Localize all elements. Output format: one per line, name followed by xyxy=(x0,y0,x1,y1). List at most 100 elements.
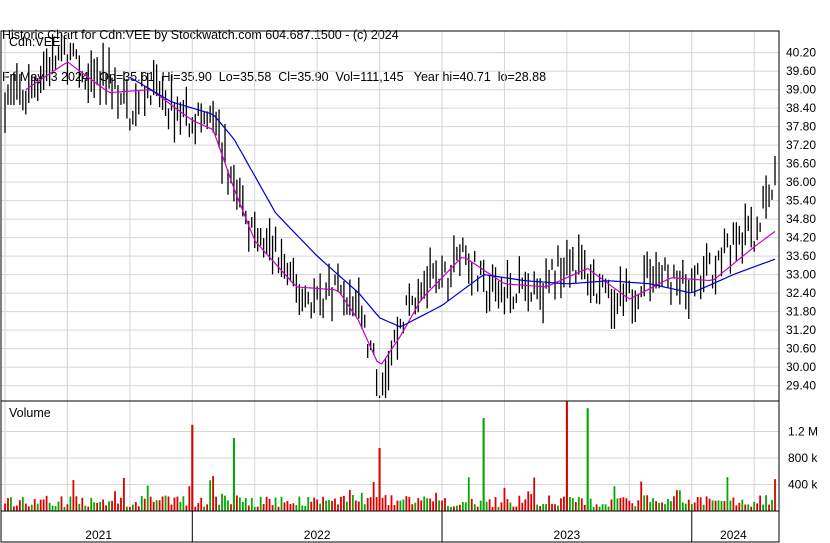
volume-bar xyxy=(408,496,411,511)
volume-bar xyxy=(464,502,467,511)
volume-bar xyxy=(366,497,369,511)
volume-bar xyxy=(675,490,678,511)
volume-bar xyxy=(476,506,479,511)
volume-bar xyxy=(661,502,663,511)
volume-bar xyxy=(161,496,164,511)
volume-bar xyxy=(652,498,655,511)
volume-bar xyxy=(542,504,545,511)
volume-bar xyxy=(313,497,316,511)
volume-bar xyxy=(655,501,657,511)
volume-bar xyxy=(681,502,684,511)
volume-bar xyxy=(571,498,574,511)
volume-bar xyxy=(21,497,24,511)
volume-bar xyxy=(417,498,420,511)
stock-chart: 40.20 39.60 39.00 38.40 37.80 37.20 36.60 36.00… xyxy=(0,30,818,543)
volume-bar xyxy=(351,495,354,511)
price-tick-label: 34.80 xyxy=(786,212,816,226)
volume-bar xyxy=(613,486,616,511)
volume-bar xyxy=(560,498,562,511)
volume-bar xyxy=(453,506,455,511)
price-tick-label: 33.00 xyxy=(786,268,816,282)
volume-bar xyxy=(506,499,509,511)
volume-bar xyxy=(301,505,304,511)
volume-bar xyxy=(509,502,512,511)
volume-bar xyxy=(78,503,81,511)
volume-bar xyxy=(72,480,75,511)
price-tick-label: 31.20 xyxy=(786,323,816,337)
price-tick-label: 30.60 xyxy=(786,342,816,356)
volume-bar xyxy=(39,499,42,511)
price-tick-label: 39.00 xyxy=(786,83,816,97)
volume-bar xyxy=(515,506,518,511)
volume-bar xyxy=(155,500,158,511)
volume-bar xyxy=(354,500,357,511)
volume-bar xyxy=(182,496,185,511)
volume-bar xyxy=(699,497,702,511)
volume-bar xyxy=(774,479,776,511)
volume-bar xyxy=(503,487,506,511)
volume-bar xyxy=(241,501,244,511)
volume-bar xyxy=(13,506,15,511)
volume-bar xyxy=(325,500,327,511)
price-tick-label: 32.40 xyxy=(786,286,816,300)
price-tick-label: 30.00 xyxy=(786,360,816,374)
volume-bar xyxy=(114,491,116,511)
volume-bar xyxy=(108,501,110,511)
volume-spike-bar xyxy=(191,424,194,511)
volume-bar xyxy=(87,506,90,511)
volume-bar xyxy=(372,482,375,511)
volume-bar xyxy=(491,506,494,511)
volume-bar xyxy=(66,504,69,511)
volume-bar xyxy=(203,506,206,511)
volume-spike-bar xyxy=(482,418,485,511)
volume-bar xyxy=(455,505,458,511)
volume-bar xyxy=(667,498,669,511)
volume-bar xyxy=(111,500,113,511)
volume-bar xyxy=(328,500,330,511)
volume-bar xyxy=(170,504,173,511)
year-label: 2021 xyxy=(85,528,112,542)
volume-bar xyxy=(69,496,72,511)
volume-bar xyxy=(488,499,491,511)
price-tick-label: 33.60 xyxy=(786,249,816,263)
volume-bar xyxy=(577,496,580,511)
volume-bar xyxy=(470,498,473,511)
volume-bar xyxy=(497,506,500,511)
volume-bar xyxy=(479,500,482,511)
volume-bar xyxy=(369,497,372,511)
volume-bar xyxy=(771,499,773,511)
volume-bar xyxy=(735,505,738,511)
volume-bar xyxy=(447,506,449,511)
volume-bar xyxy=(280,496,283,511)
volume-bar xyxy=(292,503,295,511)
volume-bar xyxy=(381,497,384,511)
volume-bar xyxy=(580,498,583,511)
volume-bar xyxy=(33,499,36,511)
volume-bar xyxy=(708,498,711,511)
volume-bar xyxy=(658,502,660,511)
volume-bar xyxy=(545,503,547,511)
volume-bar xyxy=(337,504,339,511)
volume-bar xyxy=(723,501,726,511)
volume-bar xyxy=(384,495,387,511)
volume-bar xyxy=(307,497,310,511)
volume-bar xyxy=(524,499,527,511)
year-labels: 2021 2022 2023 2024 xyxy=(85,511,747,542)
volume-bar xyxy=(521,502,524,511)
volume-bar xyxy=(500,502,503,511)
volume-bar xyxy=(268,498,271,511)
volume-bar xyxy=(631,503,634,511)
volume-bar xyxy=(518,495,521,511)
volume-bar xyxy=(221,493,223,511)
volume-panel-title: Volume xyxy=(9,406,51,420)
volume-bar xyxy=(152,501,155,511)
volume-bar xyxy=(768,504,770,511)
price-tick-label: 37.80 xyxy=(786,120,816,134)
volume-bar xyxy=(334,498,336,511)
volume-bar xyxy=(693,502,696,511)
price-tick-label: 34.20 xyxy=(786,231,816,245)
volume-bar xyxy=(298,496,301,511)
volume-bar xyxy=(176,496,179,511)
volume-bar xyxy=(345,501,348,511)
volume-bar xyxy=(310,501,313,511)
